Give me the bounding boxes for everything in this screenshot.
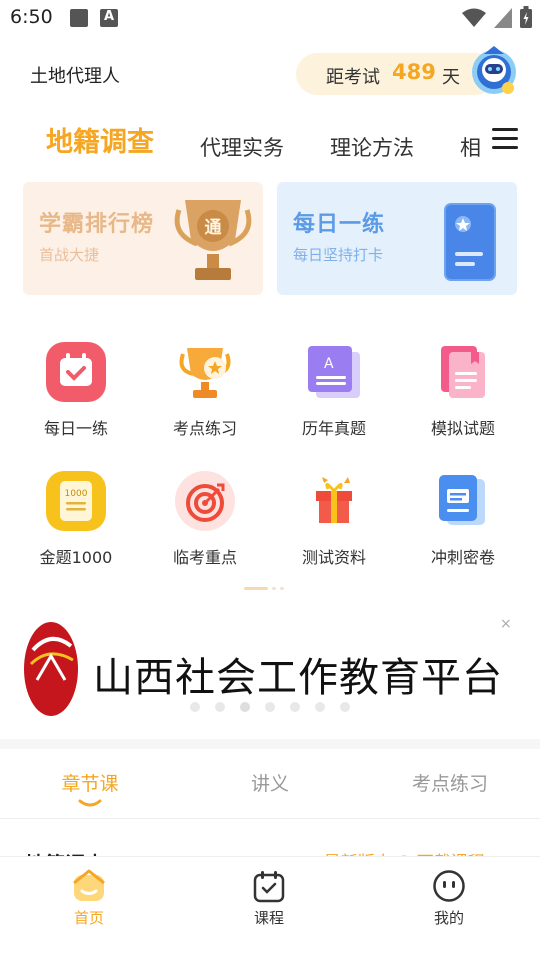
grid-label: 金题1000 — [39, 548, 113, 567]
grid-daily-practice[interactable]: 每日一练 — [11, 342, 141, 442]
wifi-icon — [462, 8, 486, 27]
grid-key-points[interactable]: 考点练习 — [140, 342, 270, 442]
leaderboard-card[interactable]: 学霸排行榜 首战大捷 通 — [23, 182, 263, 295]
calendar-check-icon — [46, 342, 106, 402]
notebook-badge: 1000 — [65, 489, 88, 499]
svg-text:A: A — [324, 356, 334, 372]
nav-profile[interactable]: 我的 — [389, 869, 509, 933]
exam-countdown-unit: 天 — [442, 67, 460, 88]
badge-card-icon — [444, 203, 496, 281]
home-icon — [73, 869, 105, 901]
gift-box-icon — [316, 477, 352, 523]
grid-mock-exam[interactable]: 模拟试题 — [398, 342, 528, 442]
trophy-icon — [179, 348, 231, 398]
grid-label: 模拟试题 — [430, 419, 495, 438]
tab-subject-cadastral[interactable]: 地籍调查 — [46, 120, 154, 159]
tab-key-point-practice[interactable]: 考点练习 — [380, 769, 520, 796]
grid-page-indicator — [244, 587, 284, 590]
daily-practice-title: 每日一练 — [293, 212, 386, 237]
subject-tabs: 地籍调查 代理实务 理论方法 相 — [0, 112, 488, 168]
target-icon — [175, 471, 235, 531]
menu-icon[interactable] — [492, 128, 518, 152]
trophy-icon: 通 — [174, 200, 252, 280]
status-notifications — [70, 9, 118, 27]
tab-subject-theory[interactable]: 理论方法 — [330, 132, 414, 162]
grid-sprint-papers[interactable]: 冲刺密卷 — [398, 471, 528, 571]
nav-label: 首页 — [73, 909, 104, 927]
banner-indicator — [190, 702, 350, 712]
grid-label: 每日一练 — [43, 419, 108, 438]
leaderboard-subtitle: 首战大捷 — [39, 246, 100, 264]
tab-subject-practice[interactable]: 代理实务 — [200, 132, 284, 162]
nav-home[interactable]: 首页 — [29, 869, 149, 933]
ad-banner[interactable]: 山西社会工作教育平台 × — [0, 612, 540, 730]
grid-label: 考点练习 — [172, 419, 237, 438]
category-title[interactable]: 土地代理人 — [30, 62, 120, 88]
file-stack-icon — [439, 475, 485, 525]
notebook-1000-icon: 1000 — [46, 471, 106, 531]
profile-face-icon — [433, 870, 465, 902]
status-time: 6:50 — [10, 6, 53, 28]
image-notification-icon — [70, 9, 88, 27]
leaderboard-title: 学霸排行榜 — [39, 212, 155, 237]
tab-chapter-course[interactable]: 章节课 — [20, 769, 160, 796]
daily-practice-card[interactable]: 每日一练 每日坚持打卡 — [277, 182, 517, 295]
trophy-char: 通 — [205, 218, 222, 238]
astronaut-avatar-icon[interactable] — [470, 44, 518, 96]
grid-gold-1000[interactable]: 1000 金题1000 — [11, 471, 141, 571]
tab-handouts[interactable]: 讲义 — [200, 769, 340, 796]
grid-label: 冲刺密卷 — [430, 548, 495, 567]
nav-label: 我的 — [433, 909, 464, 927]
grid-label: 历年真题 — [301, 419, 366, 438]
exam-countdown-label: 距考试 — [326, 67, 380, 88]
exam-countdown[interactable]: 距考试 489 天 — [296, 53, 496, 95]
platform-logo — [24, 622, 78, 716]
daily-practice-subtitle: 每日坚持打卡 — [293, 246, 384, 264]
signal-icon — [494, 8, 512, 28]
nav-label: 课程 — [253, 909, 284, 927]
grid-exam-focus[interactable]: 临考重点 — [140, 471, 270, 571]
course-calendar-icon — [253, 871, 285, 903]
status-bar: 6:50 — [0, 0, 540, 36]
grid-past-papers[interactable]: A 历年真题 — [269, 342, 399, 442]
battery-icon — [520, 6, 532, 28]
status-right-icons — [462, 6, 532, 28]
banner-text: 山西社会工作教育平台 — [93, 655, 503, 701]
tab-subject-related[interactable]: 相 — [460, 132, 481, 162]
grid-label: 临考重点 — [172, 548, 237, 567]
font-notification-icon — [100, 9, 118, 27]
nav-courses[interactable]: 课程 — [209, 869, 329, 933]
active-tab-indicator — [78, 799, 102, 807]
close-icon[interactable]: × — [500, 616, 512, 632]
bottom-nav: 首页 课程 我的 — [0, 856, 540, 960]
exam-countdown-days: 489 — [392, 60, 436, 84]
grid-test-materials[interactable]: 测试资料 — [269, 471, 399, 571]
document-a-icon: A — [308, 346, 360, 398]
course-tabs: 章节课 讲义 考点练习 — [0, 749, 540, 819]
mock-paper-icon — [441, 346, 485, 398]
grid-label: 测试资料 — [301, 548, 366, 567]
section-divider — [0, 739, 540, 749]
